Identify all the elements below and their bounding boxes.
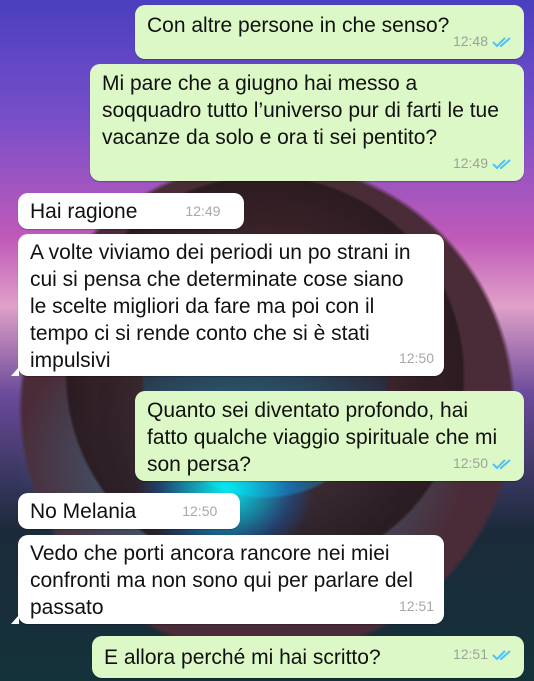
message-incoming[interactable]: A volte viviamo dei periodi un po strani… — [11, 234, 444, 376]
message-meta: 12:51 — [453, 641, 514, 668]
message-incoming[interactable]: Vedo che porti ancora rancore nei miei c… — [11, 535, 444, 624]
message-time: 12:51 — [452, 646, 488, 662]
message-incoming[interactable]: Hai ragione 12:49 — [18, 193, 244, 229]
message-meta: 12:51 — [399, 593, 434, 620]
message-time: 12:49 — [452, 155, 488, 171]
message-meta: 12:50 — [453, 450, 514, 477]
message-time: 12:48 — [452, 33, 488, 49]
double-check-icon — [492, 649, 514, 661]
message-text: Vedo che porti ancora rancore nei miei c… — [30, 542, 413, 619]
message-time: 12:50 — [398, 350, 434, 366]
message-text: Hai ragione — [30, 199, 138, 223]
message-incoming[interactable]: No Melania 12:50 — [18, 493, 240, 529]
message-outgoing[interactable]: Quanto sei diventato profondo, hai fatto… — [135, 391, 524, 481]
double-check-icon — [492, 36, 514, 48]
message-time: 12:51 — [398, 598, 434, 614]
message-time: 12:50 — [182, 502, 218, 519]
double-check-icon — [492, 158, 514, 170]
message-meta: 12:50 — [399, 345, 434, 372]
double-check-icon — [492, 458, 514, 470]
message-text: A volte viviamo dei periodi un po strani… — [30, 241, 411, 372]
message-meta: 12:48 — [453, 28, 514, 55]
message-text: E allora perché mi hai scritto? — [104, 646, 381, 669]
message-outgoing[interactable]: Con altre persone in che senso? 12:48 — [135, 5, 524, 59]
message-text: Mi pare che a giugno hai messo a soqquad… — [102, 72, 499, 149]
message-time: 12:49 — [185, 202, 221, 219]
message-outgoing[interactable]: Mi pare che a giugno hai messo a soqquad… — [90, 64, 524, 181]
message-text: No Melania — [30, 499, 137, 523]
message-time: 12:50 — [452, 455, 488, 471]
message-meta: 12:49 — [453, 150, 514, 177]
message-outgoing[interactable]: E allora perché mi hai scritto? 12:51 — [92, 636, 524, 678]
